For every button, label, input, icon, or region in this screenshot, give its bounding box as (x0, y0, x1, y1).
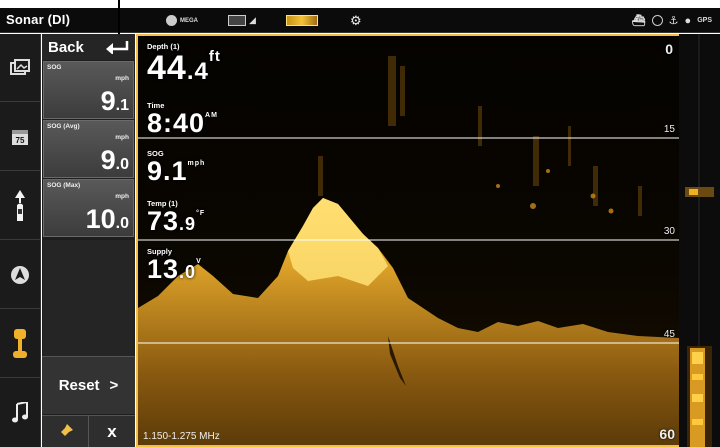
calendar-icon[interactable]: 75 (0, 103, 40, 171)
steering-icon (651, 15, 663, 26)
trolling-motor-icon[interactable] (0, 310, 40, 378)
close-icon: x (107, 421, 117, 441)
frequency-label: 1.150-1.275 MHz (143, 431, 220, 442)
color-scale-bar (679, 34, 720, 447)
tile-label: SOG (Max) (47, 182, 81, 189)
sonar-image (138, 36, 679, 445)
pin-icon (57, 423, 73, 440)
left-icon-bar: 75 (0, 34, 41, 447)
time-readout[interactable]: Time 8:40AM (147, 101, 218, 137)
waypoint-icon[interactable] (0, 241, 40, 309)
depth-scale-label: 30 (663, 226, 675, 237)
pin-button[interactable] (42, 416, 89, 447)
tile-unit: mph (115, 75, 129, 82)
tile-label: SOG (47, 64, 62, 71)
chart-sonar-glyph (286, 15, 318, 26)
top-status-bar: Sonar (DI) MEGA ◢ ⚙ ⛴ ⚓ ● GPS (0, 8, 720, 33)
anchor-icon: ⚓ (668, 15, 679, 27)
boat-icon: ⛴ (631, 15, 646, 27)
gps-icon: GPS (697, 17, 712, 24)
supply-readout[interactable]: Supply 13.0V (147, 247, 202, 283)
close-button[interactable]: x (89, 416, 135, 447)
sog-readout[interactable]: SOG 9.1mph (147, 149, 205, 185)
page-title: Sonar (DI) (6, 12, 71, 27)
image-gallery-icon[interactable] (0, 34, 40, 102)
data-tile-sog-avg[interactable]: SOG (Avg) mph 9.0 (43, 120, 134, 178)
depth-scale-label: 15 (663, 124, 675, 135)
depth-scale-label: 45 (663, 329, 675, 340)
temp-value: 73.9°F (147, 206, 206, 236)
panel-bottom-row: x (42, 415, 135, 447)
depth-readout[interactable]: Depth (1) 44.4ft (147, 42, 221, 85)
svg-text:75: 75 (16, 136, 25, 145)
compass-icon: ● (684, 14, 692, 27)
callout-pointer (118, 0, 120, 36)
time-value: 8:40AM (147, 108, 218, 138)
depth-value: 44.4ft (147, 48, 221, 87)
temp-readout[interactable]: Temp (1) 73.9°F (147, 199, 205, 235)
chevron-right-icon: > (109, 377, 119, 394)
back-arrow-icon (106, 41, 129, 54)
depth-scale-label: 0 (665, 41, 673, 57)
tile-label: SOG (Avg) (47, 123, 80, 130)
status-icons: ⛴ ⚓ ● GPS (632, 12, 712, 29)
screen-view-glyph (228, 15, 246, 26)
mega-imaging-icon[interactable]: MEGA (166, 12, 198, 29)
data-tile-sog[interactable]: SOG mph 9.1 (43, 61, 134, 119)
tile-unit: mph (115, 193, 129, 200)
tile-value: 9.0 (100, 145, 129, 175)
data-side-panel: Back SOG mph 9.1 SOG (Avg) mph 9.0 SOG (… (42, 34, 135, 447)
sog-value: 9.1mph (147, 156, 206, 186)
sonar-view[interactable]: Depth (1) 44.4ft Time 8:40AM SOG 9.1mph … (136, 34, 679, 447)
boat-navigation-icon[interactable] (0, 172, 40, 240)
depth-scale-label: 60 (659, 426, 675, 442)
supply-value: 13.0V (147, 254, 202, 284)
gear-search-icon[interactable]: ⚙ (350, 12, 362, 29)
color-scale-graphic (679, 34, 720, 447)
reset-button[interactable]: Reset > (42, 356, 135, 414)
chart-sonar-icon[interactable] (286, 12, 318, 29)
tile-value: 9.1 (100, 86, 129, 116)
tile-unit: mph (115, 134, 129, 141)
mega-disc-icon (166, 15, 177, 26)
back-button[interactable]: Back (42, 34, 135, 60)
data-tile-sog-max[interactable]: SOG (Max) mph 10.0 (43, 179, 134, 237)
music-icon[interactable] (0, 379, 40, 447)
reset-label: Reset (58, 377, 100, 394)
screen-view-icon[interactable]: ◢ (228, 12, 256, 29)
back-label: Back (48, 38, 84, 56)
tile-value: 10.0 (85, 204, 129, 234)
mega-label: MEGA (180, 17, 198, 24)
